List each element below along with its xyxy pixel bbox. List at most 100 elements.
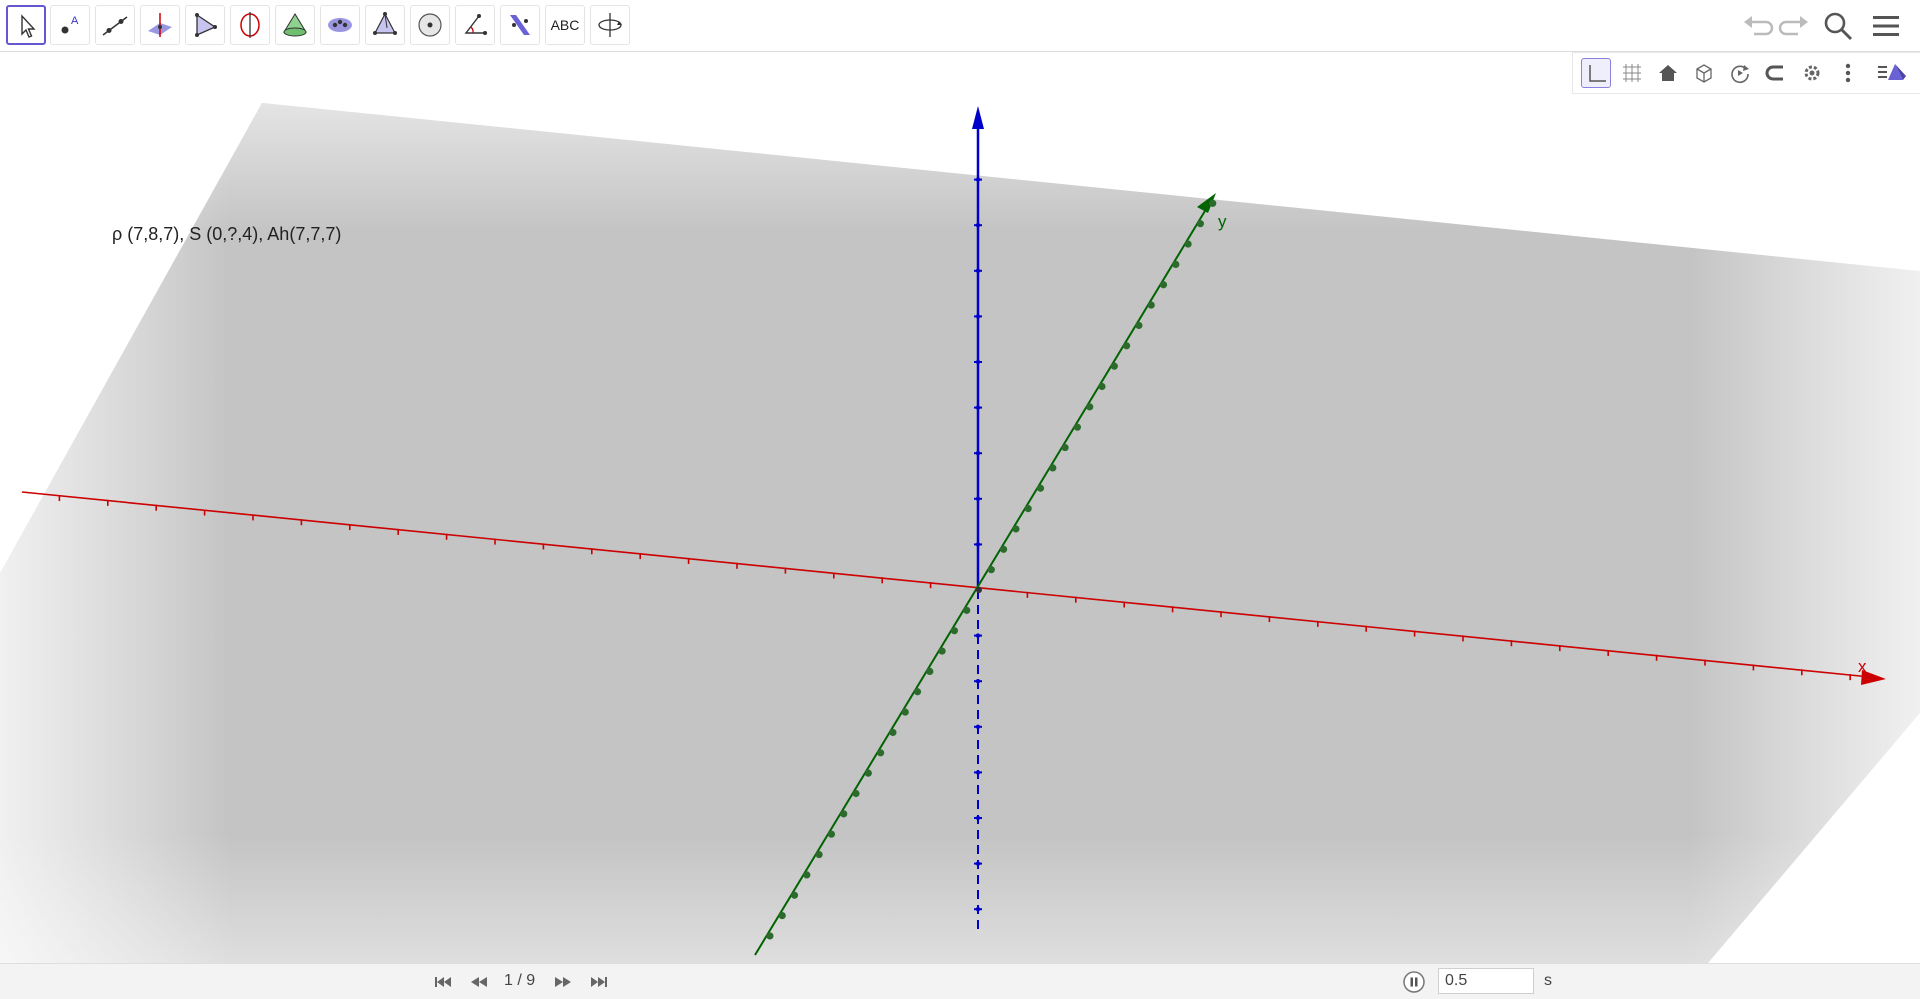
y-axis-tick bbox=[1098, 382, 1106, 391]
y-axis-tick bbox=[1135, 321, 1143, 330]
toggle-style-bar-button[interactable] bbox=[1873, 58, 1909, 88]
z-axis-tick-dot bbox=[975, 633, 981, 638]
y-axis-tick bbox=[1123, 342, 1131, 350]
z-axis-tick-dot bbox=[975, 815, 981, 821]
next-step-button[interactable] bbox=[552, 973, 574, 991]
toggle-style-bar-icon bbox=[1878, 64, 1906, 80]
z-axis-tick-dot bbox=[975, 724, 981, 729]
y-axis-tick bbox=[987, 566, 995, 574]
origin-point bbox=[976, 587, 982, 593]
rotate-icon bbox=[1731, 65, 1749, 84]
polygon-tool-button[interactable] bbox=[185, 5, 225, 45]
step-counter: 1 / 9 bbox=[504, 972, 536, 989]
redo-button[interactable] bbox=[1776, 8, 1812, 44]
text-icon: ABC bbox=[550, 17, 580, 33]
projection-icon bbox=[1765, 65, 1783, 81]
circle-axis-tool-button[interactable] bbox=[230, 5, 270, 45]
axes-icon bbox=[1589, 65, 1606, 82]
speed-input[interactable] bbox=[1438, 968, 1534, 994]
y-axis-tick bbox=[877, 749, 885, 757]
skip-last-icon bbox=[591, 977, 607, 987]
home-icon bbox=[1659, 65, 1677, 81]
view-cube-button[interactable] bbox=[1689, 58, 1719, 88]
y-axis-tick bbox=[889, 728, 897, 737]
more-options-button[interactable] bbox=[1833, 58, 1863, 88]
z-axis-tick-dot bbox=[975, 907, 981, 912]
menu-icon bbox=[1873, 16, 1899, 36]
standard-view-button[interactable] bbox=[1653, 58, 1683, 88]
fast-forward-icon bbox=[555, 977, 571, 987]
perpendicular-line-tool-button[interactable] bbox=[140, 5, 180, 45]
search-icon bbox=[1824, 12, 1853, 41]
grid-icon bbox=[1623, 64, 1641, 82]
y-axis-tick bbox=[778, 912, 786, 920]
y-axis-tick bbox=[1086, 403, 1094, 411]
angle-tool-button[interactable] bbox=[455, 5, 495, 45]
y-axis-tick bbox=[1196, 220, 1204, 228]
settings-button[interactable] bbox=[1797, 58, 1827, 88]
rotate-view-button[interactable] bbox=[1725, 58, 1755, 88]
move-tool-button[interactable] bbox=[6, 5, 46, 45]
y-axis-tick bbox=[790, 891, 799, 899]
pyramid-tool-button[interactable] bbox=[365, 5, 405, 45]
y-axis-tick bbox=[1110, 362, 1118, 370]
y-axis-tick bbox=[1012, 525, 1020, 533]
reflect-about-plane-icon bbox=[510, 15, 530, 35]
z-axis-tick-dot bbox=[975, 223, 981, 228]
y-axis-tick bbox=[1209, 199, 1217, 207]
point-tool-button[interactable]: A bbox=[50, 5, 90, 45]
sphere-icon bbox=[418, 13, 442, 37]
more-vertical-icon bbox=[1845, 63, 1851, 83]
z-axis-tick-dot bbox=[975, 451, 981, 456]
graphics-3d-view[interactable]: x y ρ (7,8,7), S (0,?,4), Ah(7,7,7) bbox=[0, 53, 1920, 963]
x-axis-label: x bbox=[1858, 657, 1867, 676]
line-tool-button[interactable] bbox=[95, 5, 135, 45]
sphere-tool-button[interactable] bbox=[410, 5, 450, 45]
undo-button[interactable] bbox=[1740, 8, 1776, 44]
point-icon: A bbox=[61, 15, 79, 34]
intersect-tool-button[interactable] bbox=[320, 5, 360, 45]
text-tool-button[interactable]: ABC bbox=[545, 5, 585, 45]
y-axis-tick bbox=[815, 850, 823, 859]
settings-icon bbox=[1804, 65, 1820, 81]
y-axis-tick bbox=[803, 871, 811, 879]
y-axis-tick bbox=[1159, 281, 1168, 289]
y-axis-tick bbox=[1061, 443, 1069, 452]
y-axis-tick bbox=[901, 708, 909, 716]
polygon-icon bbox=[195, 13, 217, 37]
svg-text:A: A bbox=[71, 15, 79, 27]
cone-icon bbox=[283, 13, 307, 37]
view-3d-canvas[interactable]: x y bbox=[0, 53, 1920, 963]
show-grid-button[interactable] bbox=[1617, 58, 1647, 88]
cone-tool-button[interactable] bbox=[275, 5, 315, 45]
main-menu-button[interactable] bbox=[1868, 8, 1904, 44]
rewind-icon bbox=[471, 977, 487, 987]
previous-step-button[interactable] bbox=[468, 973, 490, 991]
z-axis-tick-dot bbox=[975, 405, 981, 410]
last-step-button[interactable] bbox=[588, 973, 610, 991]
graphics-style-bar bbox=[1572, 52, 1920, 94]
z-axis-tick-dot bbox=[975, 770, 981, 775]
y-axis-tick bbox=[1172, 260, 1180, 268]
reflect-tool-button[interactable] bbox=[500, 5, 540, 45]
rotate-view-tool-button[interactable] bbox=[590, 5, 630, 45]
search-button[interactable] bbox=[1820, 8, 1856, 44]
pause-icon bbox=[1403, 971, 1425, 993]
projection-button[interactable] bbox=[1761, 58, 1791, 88]
z-axis-tick-dot bbox=[975, 496, 981, 501]
y-axis-tick bbox=[913, 688, 922, 696]
intersect-surfaces-icon bbox=[328, 18, 352, 32]
first-step-button[interactable] bbox=[432, 973, 454, 991]
rotate-view-icon bbox=[598, 13, 622, 37]
z-axis-tick-dot bbox=[975, 314, 981, 319]
y-axis-tick bbox=[1073, 423, 1081, 431]
y-axis-tick bbox=[840, 810, 848, 818]
z-axis-arrow bbox=[972, 106, 984, 129]
z-axis-tick-dot bbox=[975, 542, 981, 547]
perpendicular-line-icon bbox=[148, 13, 172, 37]
redo-icon bbox=[1778, 16, 1808, 36]
pause-button[interactable] bbox=[1403, 971, 1425, 993]
y-axis-tick bbox=[1147, 301, 1155, 309]
show-axes-button[interactable] bbox=[1581, 58, 1611, 88]
y-axis-tick bbox=[1000, 545, 1008, 553]
